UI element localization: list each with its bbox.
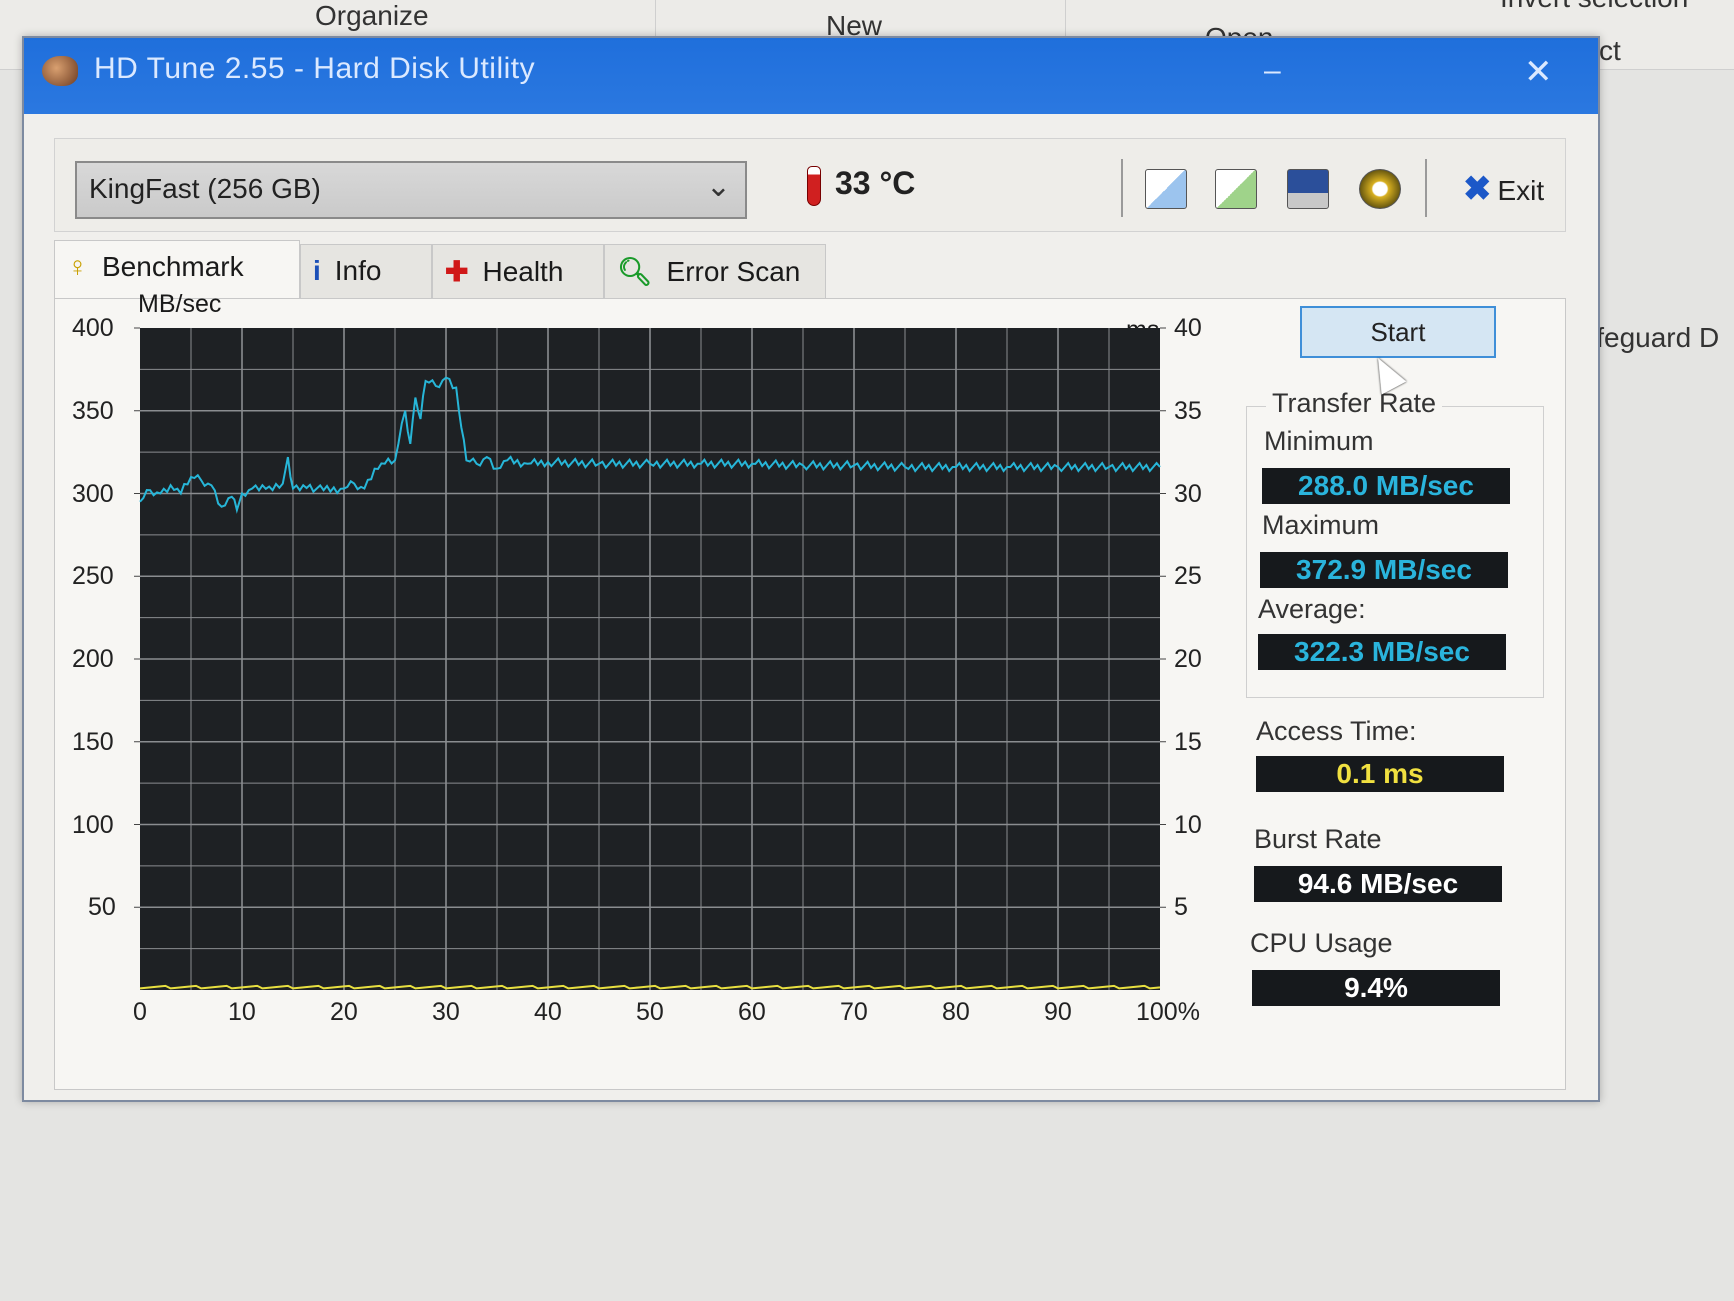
minimum-label: Minimum [1264,426,1374,456]
y-tick-label: 250 [72,562,114,591]
y-tick-label: 400 [72,314,114,342]
y2-tick-label: 10 [1174,810,1202,839]
burst-rate-label: Burst Rate [1254,824,1382,854]
y2-tick-label: 25 [1174,562,1202,591]
x-tick-label: 70 [840,998,868,1026]
average-value: 322.3 MB/sec [1258,634,1506,670]
y-tick-label: 150 [72,727,114,756]
average-label: Average: [1258,594,1366,624]
start-button[interactable]: Start [1300,306,1496,358]
cpu-usage-value: 9.4% [1252,970,1500,1006]
y-tick-label: 200 [72,645,114,673]
y2-tick-label: 15 [1174,727,1202,756]
x-tick-label: 100% [1136,998,1200,1026]
maximum-label: Maximum [1262,510,1380,540]
x-tick-label: 20 [330,998,358,1026]
x-tick-label: 60 [738,998,766,1026]
access-time-label: Access Time: [1256,716,1417,746]
y-tick-label: 100 [72,810,114,839]
y2-tick-label: 35 [1174,396,1202,425]
transfer-rate-title: Transfer Rate [1266,388,1443,419]
x-tick-label: 10 [228,998,256,1026]
x-tick-label: 40 [534,998,562,1026]
burst-rate-value: 94.6 MB/sec [1254,866,1502,902]
y-tick-label: 50 [88,893,116,922]
x-tick-label: 90 [1044,998,1072,1026]
minimum-value: 288.0 MB/sec [1262,468,1510,504]
y-tick-label: 300 [72,479,114,508]
y-tick-label: 350 [72,396,114,425]
x-tick-label: 80 [942,998,970,1026]
maximum-value: 372.9 MB/sec [1260,552,1508,588]
x-tick-label: 50 [636,998,664,1026]
y2-tick-label: 40 [1174,314,1202,342]
y2-tick-label: 5 [1174,893,1188,922]
cpu-usage-label: CPU Usage [1250,928,1393,958]
access-time-value: 0.1 ms [1256,756,1504,792]
y2-tick-label: 20 [1174,645,1202,673]
x-tick-label: 30 [432,998,460,1026]
y2-tick-label: 30 [1174,479,1202,508]
x-tick-label: 0 [133,998,147,1026]
